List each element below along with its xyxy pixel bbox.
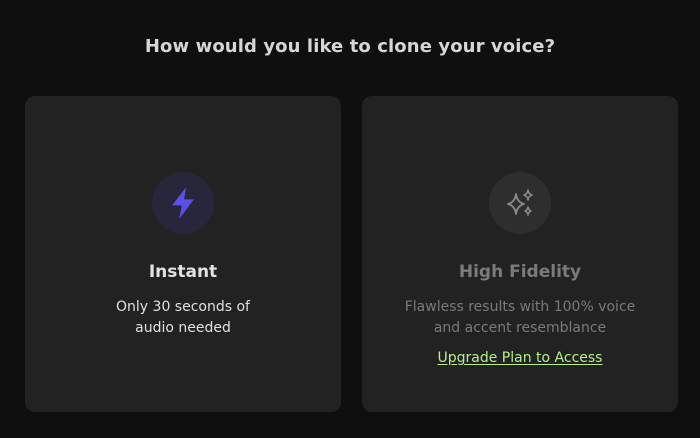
- description-line: Flawless results with 100% voice: [404, 299, 636, 315]
- option-description: Flawless results with 100% voice and acc…: [392, 297, 648, 339]
- high-fidelity-icon-badge: [489, 172, 551, 234]
- sparkles-icon: [507, 189, 533, 216]
- option-card-instant[interactable]: Instant Only 30 seconds of audio needed: [25, 96, 341, 412]
- option-title: Instant: [148, 262, 218, 282]
- upgrade-plan-link[interactable]: Upgrade Plan to Access: [362, 350, 678, 366]
- instant-icon-badge: [152, 172, 214, 234]
- description-line: audio needed: [135, 320, 231, 336]
- page-title: How would you like to clone your voice?: [144, 36, 556, 57]
- description-line: and accent resemblance: [433, 320, 607, 336]
- option-card-high-fidelity[interactable]: High Fidelity Flawless results with 100%…: [362, 96, 678, 412]
- option-title: High Fidelity: [458, 262, 582, 282]
- clone-voice-screen: How would you like to clone your voice? …: [0, 0, 700, 438]
- lightning-bolt-icon: [172, 187, 194, 219]
- description-line: Only 30 seconds of: [116, 299, 250, 315]
- option-description: Only 30 seconds of audio needed: [55, 297, 311, 339]
